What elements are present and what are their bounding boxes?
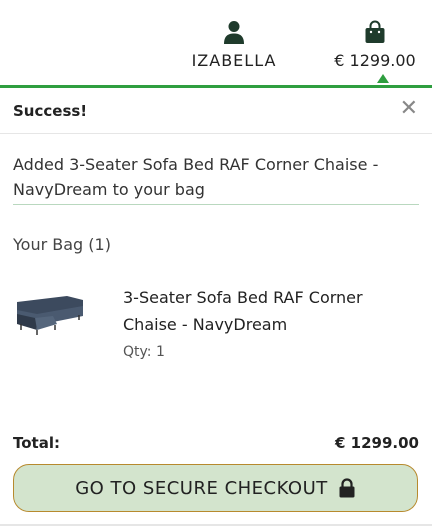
checkout-label: GO TO SECURE CHECKOUT xyxy=(75,477,328,499)
toast-caret xyxy=(377,74,389,83)
toast-message: Added 3-Seater Sofa Bed RAF Corner Chais… xyxy=(13,152,419,205)
item-name[interactable]: 3-Seater Sofa Bed RAF Corner Chaise - Na… xyxy=(123,284,413,338)
success-toast: Success! ✕ Added 3-Seater Sofa Bed RAF C… xyxy=(0,85,432,526)
total-value: € 1299.00 xyxy=(335,434,419,452)
bag-item: 3-Seater Sofa Bed RAF Corner Chaise - Na… xyxy=(13,284,419,364)
item-quantity: Qty: 1 xyxy=(123,344,165,360)
account-label: IZABELLA xyxy=(191,51,277,70)
user-icon xyxy=(224,21,244,44)
sofa-thumbnail xyxy=(17,296,83,335)
close-icon[interactable]: ✕ xyxy=(400,98,418,120)
site-header: IZABELLA € 1299.00 xyxy=(0,0,432,86)
total-label: Total: xyxy=(13,434,60,452)
shopping-bag-link[interactable]: € 1299.00 xyxy=(330,20,420,70)
account-menu[interactable]: IZABELLA xyxy=(186,20,282,70)
bag-heading: Your Bag (1) xyxy=(13,235,111,254)
lock-icon xyxy=(339,478,355,498)
toast-header: Success! ✕ xyxy=(0,88,432,134)
secure-checkout-button[interactable]: GO TO SECURE CHECKOUT xyxy=(13,464,418,512)
toast-title: Success! xyxy=(13,102,88,120)
shopping-bag-icon xyxy=(365,20,385,43)
total-row: Total: € 1299.00 xyxy=(13,434,419,456)
bag-total: € 1299.00 xyxy=(334,51,416,70)
